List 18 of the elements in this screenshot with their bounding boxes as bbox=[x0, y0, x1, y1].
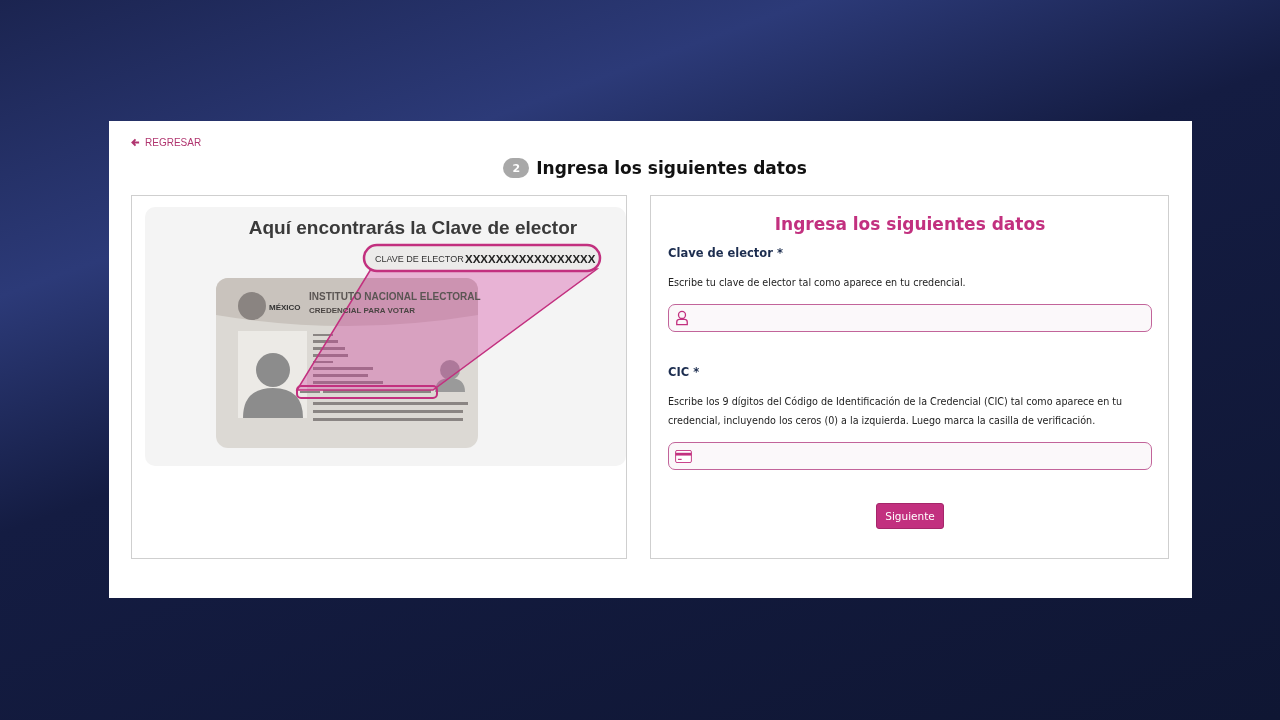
step-title: Ingresa los siguientes datos bbox=[536, 158, 807, 178]
illustration-title: Aquí encontrarás la Clave de elector bbox=[248, 217, 578, 238]
field-hint: Escribe los 9 dígitos del Código de Identificación de la Credencial (CIC) tal como aparece en tu credencial, incluyendo los ceros (0) a la izquierda. Luego marca la casilla de verificación. bbox=[668, 395, 1124, 428]
callout-label: CLAVE DE ELECTOR bbox=[375, 254, 464, 264]
submit-button[interactable]: Siguiente bbox=[876, 503, 944, 529]
card-country: MÉXICO bbox=[269, 303, 301, 312]
input-field[interactable] bbox=[668, 304, 1152, 332]
arrow-left-icon bbox=[131, 138, 140, 147]
callout-value: XXXXXXXXXXXXXXXXX bbox=[465, 253, 596, 265]
form-title: Ingresa los siguientes datos bbox=[773, 214, 1047, 234]
field-label: Clave de elector * bbox=[668, 246, 784, 260]
input-field[interactable] bbox=[668, 442, 1152, 470]
field-hint: Escribe tu clave de elector tal como aparece en tu credencial. bbox=[668, 276, 967, 290]
field-label: CIC * bbox=[668, 365, 701, 379]
back-link[interactable]: REGRESAR bbox=[131, 137, 202, 148]
step-number: 2 bbox=[503, 158, 530, 178]
credit-card-icon bbox=[675, 449, 692, 463]
user-icon bbox=[675, 310, 689, 326]
